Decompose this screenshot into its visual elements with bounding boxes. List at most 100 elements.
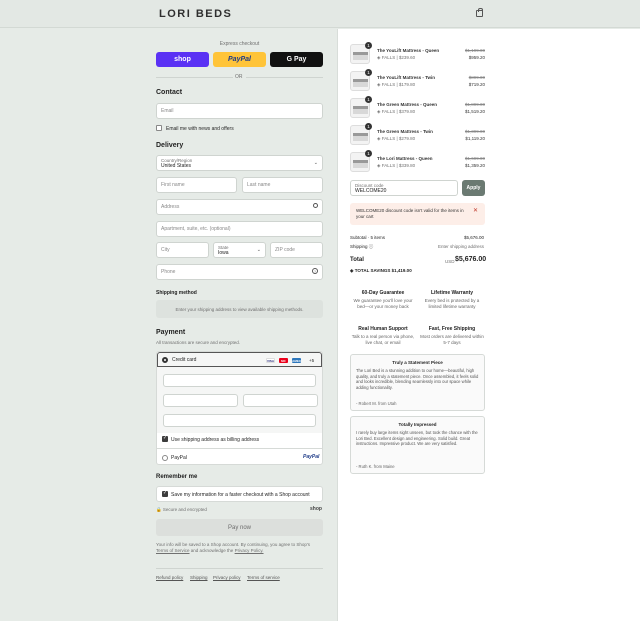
shop-pay-label: shop [174,56,191,63]
feature-title: Real Human Support [358,326,408,332]
apartment-input[interactable]: Apartment, suite, etc. (optional) [156,221,323,237]
subtotal-value: $5,676.00 [463,235,484,240]
review-author: - Robert M. from Utah [356,401,397,406]
feature-title: 60-Day Guarantee [361,290,405,296]
original-price: $1,899.00 [464,102,485,107]
state-select[interactable]: State Iowa ⌄ [213,242,266,258]
city-placeholder: City [161,247,170,253]
credit-card-option[interactable]: Credit card VISA MC AMEX +5 [157,352,322,367]
product-note: ◈ FALLS | $279.80 [377,136,415,142]
feature-title: Lifetime Warranty [430,290,474,296]
pay-now-button[interactable]: Pay now [156,519,323,536]
shipping-link[interactable]: Shipping [190,575,208,580]
amex-icon: AMEX [292,358,301,363]
paypal-radio[interactable] [162,455,168,461]
pay-now-label: Pay now [227,524,251,531]
credit-card-radio[interactable] [162,357,168,363]
product-name: The YouLift Mattress - Twin [377,75,436,80]
quantity-badge: 1 [365,123,372,130]
remember-me-label: Save my information for a faster checkou… [171,492,310,498]
product-thumbnail: 1 [350,96,372,118]
zip-input[interactable]: ZIP code [270,242,323,258]
original-price: $1,399.00 [464,129,485,134]
legal-main-text: Your info will be saved to a Shop accoun… [156,542,311,547]
refund-policy-link[interactable]: Refund policy [156,575,183,580]
shipping-method-heading: Shipping method [156,290,197,296]
cart-item: 1 The Green Mattress - Twin ◈ FALLS | $279… [350,123,485,147]
top-header: LORI BEDS [0,0,640,28]
expiry-input[interactable] [163,394,238,407]
google-pay-button[interactable]: G Pay [270,52,323,67]
email-placeholder: Email [161,108,174,114]
shop-pay-button[interactable]: shop [156,52,209,67]
paypal-option-label: PayPal [171,455,187,461]
product-thumbnail: 1 [350,150,372,172]
privacy-policy-link[interactable]: Privacy policy [213,575,241,580]
phone-input[interactable]: Phone ? [156,264,323,280]
discount-code-input[interactable]: Discount code WELCOME20 [350,180,458,196]
name-on-card-input[interactable] [163,414,316,427]
security-code-input[interactable] [243,394,318,407]
paypal-button[interactable]: PayPal [213,52,266,67]
billing-address-label: Use shipping address as billing address [171,437,260,443]
discount-error-banner: WELCOME20 discount code isn't valid for … [350,203,485,225]
address-input[interactable]: Address [156,199,323,215]
quantity-badge: 1 [365,150,372,157]
country-select[interactable]: Country/Region United States ⌄ [156,155,323,171]
apply-discount-button[interactable]: Apply [462,180,485,196]
mastercard-icon: MC [279,358,288,363]
total-savings: ◈ TOTAL SAVINGS $1,419.00 [350,268,412,274]
subtotal-label: Subtotal · 5 items [350,235,386,240]
secure-encrypted-label: 🔒 Secure and encrypted [156,507,207,512]
info-icon[interactable]: ⓘ [369,244,374,249]
lori-beds-logo[interactable]: LORI BEDS [159,8,232,20]
remember-me-box: Save my information for a faster checkou… [156,486,323,502]
close-icon[interactable]: ✕ [473,207,478,214]
credit-card-label: Credit card [172,357,197,363]
review-body: The Lori Bed is a stunning addition to o… [356,368,479,390]
paypal-label: PayPal [228,56,251,63]
billing-address-checkbox[interactable] [162,435,168,442]
city-input[interactable]: City [156,242,209,258]
help-icon[interactable]: ? [312,268,318,274]
product-discount-note: FALLS | $339.80 [381,163,416,168]
sale-price: $719.20 [468,82,485,87]
gpay-label: G Pay [286,56,307,63]
product-discount-note: FALLS | $379.80 [381,109,416,114]
review-title: Totally Impressed [398,422,437,427]
shipping-method-notice: Enter your shipping address to view avai… [156,300,323,318]
remember-me-checkbox[interactable] [162,490,168,497]
terms-of-service-link[interactable]: Terms of service [247,575,280,580]
option-divider [157,448,322,449]
divider-left [156,77,233,78]
card-number-input[interactable] [163,374,316,387]
sale-price: $959.20 [468,55,485,60]
terms-link[interactable]: Terms of Service [156,548,190,553]
payment-heading: Payment [156,329,186,336]
shopping-bag-icon[interactable] [476,8,483,17]
cart-item: 1 The YouLift Mattress - Queen ◈ FALLS | $… [350,42,485,66]
first-name-input[interactable]: First name [156,177,237,193]
currency-label: USD [445,259,455,264]
cart-item: 1 The Green Mattress - Queen ◈ FALLS | $37… [350,96,485,120]
last-name-input[interactable]: Last name [242,177,323,193]
bed-image-icon [353,160,368,168]
total-value: $5,676.00 [455,256,487,263]
quantity-badge: 1 [365,69,372,76]
bed-image-icon [353,106,368,114]
delivery-heading: Delivery [156,142,184,149]
order-summary: 1 The YouLift Mattress - Queen ◈ FALLS | $… [337,29,640,621]
newsletter-checkbox[interactable] [156,125,162,131]
payment-options: Credit card VISA MC AMEX +5 Use shipping… [156,351,323,465]
savings-value: $1,419.00 [391,268,412,273]
email-input[interactable]: Email [156,103,323,119]
privacy-link[interactable]: Privacy Policy. [235,548,264,553]
cart-item: 1 The Lori Mattress - Queen ◈ FALLS | $339… [350,150,485,174]
review-card: Totally Impressed I rarely buy large item… [350,416,485,474]
payment-subtitle: All transactions are secure and encrypte… [156,340,241,345]
divider-right [246,77,323,78]
shipping-label-text: Shipping [350,244,368,249]
legal-and-text: and acknowledge the [190,548,234,553]
paypal-logo-icon: PayPal [303,454,320,460]
sale-price: $1,119.20 [465,136,485,141]
